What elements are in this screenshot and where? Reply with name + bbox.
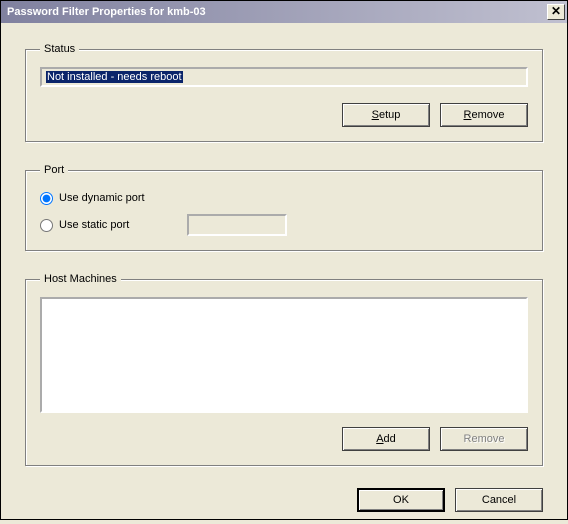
close-icon: ✕ (551, 4, 561, 18)
status-text: Not installed - needs reboot (46, 71, 183, 83)
ok-button[interactable]: OK (357, 488, 445, 512)
port-legend: Port (40, 164, 68, 176)
host-legend: Host Machines (40, 273, 121, 285)
add-host-button[interactable]: Add (342, 427, 430, 451)
host-machines-list[interactable] (40, 297, 528, 413)
status-text-field: Not installed - needs reboot (40, 67, 528, 87)
dialog-window: Password Filter Properties for kmb-03 ✕ … (0, 0, 568, 520)
status-group: Status Not installed - needs reboot Setu… (25, 43, 543, 142)
window-title: Password Filter Properties for kmb-03 (7, 6, 547, 18)
static-port-radio[interactable] (40, 219, 53, 232)
dynamic-port-radio[interactable] (40, 192, 53, 205)
static-port-label: Use static port (59, 219, 129, 231)
static-port-input[interactable] (187, 214, 287, 236)
status-legend: Status (40, 43, 79, 55)
port-group: Port Use dynamic port Use static port (25, 164, 543, 251)
close-button[interactable]: ✕ (547, 4, 565, 20)
status-remove-button[interactable]: Remove (440, 103, 528, 127)
remove-host-button: Remove (440, 427, 528, 451)
host-machines-group: Host Machines Add Remove (25, 273, 543, 466)
cancel-button[interactable]: Cancel (455, 488, 543, 512)
host-button-row: Add Remove (40, 427, 528, 451)
port-dynamic-row: Use dynamic port (40, 188, 528, 208)
dialog-content: Status Not installed - needs reboot Setu… (1, 23, 567, 524)
status-button-row: Setup Remove (40, 103, 528, 127)
port-static-row: Use static port (40, 214, 528, 236)
dialog-button-row: OK Cancel (25, 488, 543, 512)
dynamic-port-label: Use dynamic port (59, 192, 145, 204)
setup-button[interactable]: Setup (342, 103, 430, 127)
titlebar: Password Filter Properties for kmb-03 ✕ (1, 1, 567, 23)
